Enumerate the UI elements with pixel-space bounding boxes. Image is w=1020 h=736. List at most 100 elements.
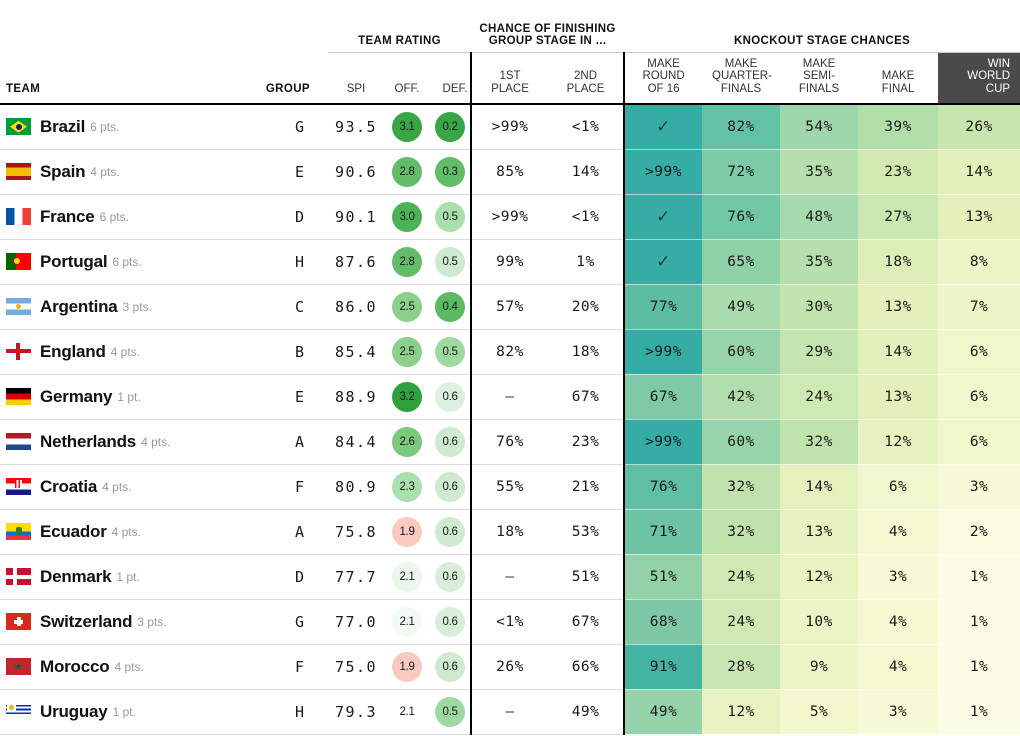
team-points: 6 pts. <box>90 119 120 134</box>
team-name: France <box>40 206 95 226</box>
offense-bubble: 3.0 <box>392 201 422 232</box>
round-of-16-cell: >99% <box>623 329 703 375</box>
round-of-16-cell: 51% <box>623 554 703 600</box>
col-qf-line3: FINALS <box>720 82 762 95</box>
second-place-cell: <1% <box>548 194 625 240</box>
column-header-team[interactable]: TEAM <box>0 52 228 105</box>
offense-bubble: 2.1 <box>392 606 422 637</box>
table-row[interactable]: Spain 4 pts. E 90.6 2.8 0.3 85% 14% >99% 72% 35% 23… <box>0 149 1020 195</box>
offense-bubble: 1.9 <box>392 651 422 682</box>
col-sf-line2: SEMI- <box>803 70 836 82</box>
table-row[interactable]: Switzerland 3 pts. G 77.0 2.1 0.6 <1% 67% 68% 24%… <box>0 599 1020 645</box>
offense-bubble: 2.5 <box>392 336 422 367</box>
team-name: Brazil <box>40 116 86 136</box>
team-cell[interactable]: Ecuador 4 pts. <box>0 509 228 555</box>
team-cell[interactable]: Uruguay 1 pt. <box>0 689 228 735</box>
table-row[interactable]: Denmark 1 pt. D 77.7 2.1 0.6—51% 51% 24% 12% 3% 1% <box>0 554 1020 600</box>
flag-icon-ec <box>6 523 31 540</box>
semifinals-cell: 54% <box>780 104 859 150</box>
group-cell: D <box>228 554 328 600</box>
team-cell[interactable]: Switzerland 3 pts. <box>0 599 228 645</box>
table-row[interactable]: Croatia 4 pts. F 80.9 2.3 0.6 55% 21% 76% 32% 14% 6… <box>0 464 1020 510</box>
table-row[interactable]: Uruguay 1 pt. H 79.3 2.1 0.5—49% 49% 12% 5% 3% 1% <box>0 689 1020 735</box>
col-r16-line2: ROUND <box>642 70 685 82</box>
spi-cell: 86.0 <box>328 284 384 330</box>
group-header-team-rating: TEAM RATING <box>328 0 472 53</box>
table-row[interactable]: Ecuador 4 pts. A 75.8 1.9 0.6 18% 53% 71% 32% 13% 4… <box>0 509 1020 555</box>
team-cell[interactable]: Brazil 6 pts. <box>0 104 228 150</box>
spi-cell: 80.9 <box>328 464 384 510</box>
team-cell[interactable]: Spain 4 pts. <box>0 149 228 195</box>
col-win-line3: CUP <box>985 82 1011 95</box>
column-header-spi[interactable]: SPI <box>328 52 384 105</box>
column-header-second-place[interactable]: 2ND PLACE <box>548 52 625 105</box>
make-final-cell: 13% <box>858 374 939 420</box>
first-place-cell: >99% <box>470 104 549 150</box>
defense-cell: 0.3 <box>430 149 472 195</box>
column-header-semifinals[interactable]: MAKE SEMI- FINALS <box>780 52 859 105</box>
group-cell: E <box>228 149 328 195</box>
win-world-cup-cell: 26% <box>938 104 1020 150</box>
defense-cell: 0.2 <box>430 104 472 150</box>
team-points: 4 pts. <box>114 659 144 674</box>
flag-icon-pt <box>6 253 31 270</box>
table-row[interactable]: Morocco 4 pts. F 75.0 1.9 0.6 26% 66% 91% 28% 9% 4%… <box>0 644 1020 690</box>
second-place-cell: 51% <box>548 554 625 600</box>
quarterfinals-cell: 42% <box>702 374 781 420</box>
column-header-first-place[interactable]: 1ST PLACE <box>470 52 549 105</box>
flag-icon-nl <box>6 433 31 450</box>
second-place-cell: 49% <box>548 689 625 735</box>
table-row[interactable]: England 4 pts. B 85.4 2.5 0.5 82% 18% >99% 60% 29%… <box>0 329 1020 375</box>
column-header-round-of-16[interactable]: MAKE ROUND OF 16 <box>623 52 703 105</box>
defense-bubble: 0.4 <box>435 291 466 322</box>
team-cell[interactable]: France 6 pts. <box>0 194 228 240</box>
semifinals-cell: 35% <box>780 149 859 195</box>
team-cell[interactable]: Portugal 6 pts. <box>0 239 228 285</box>
group-cell: H <box>228 239 328 285</box>
table-row[interactable]: Argentina 3 pts. C 86.0 2.5 0.4 57% 20% 77% 49% 30… <box>0 284 1020 330</box>
forecast-table-container: TEAM RATING CHANCE OF FINISHING GROUP ST… <box>0 0 1020 736</box>
defense-cell: 0.5 <box>430 239 472 285</box>
column-header-win-world-cup[interactable]: WIN WORLD CUP <box>938 52 1020 105</box>
semifinals-cell: 9% <box>780 644 859 690</box>
team-cell[interactable]: Argentina 3 pts. <box>0 284 228 330</box>
team-cell[interactable]: Denmark 1 pt. <box>0 554 228 600</box>
table-row[interactable]: Portugal 6 pts. H 87.6 2.8 0.5 99% 1% ✓ 65% 35% 18%… <box>0 239 1020 285</box>
quarterfinals-cell: 28% <box>702 644 781 690</box>
quarterfinals-cell: 60% <box>702 419 781 465</box>
semifinals-cell: 48% <box>780 194 859 240</box>
make-final-cell: 3% <box>858 689 939 735</box>
second-place-cell: 53% <box>548 509 625 555</box>
flag-icon-es <box>6 163 31 180</box>
column-header-group[interactable]: GROUP <box>228 52 328 105</box>
col-p1-line1: 1ST <box>499 70 521 82</box>
column-header-make-final[interactable]: MAKE FINAL <box>858 52 939 105</box>
flag-icon-uy <box>6 703 31 720</box>
qualified-check-icon: ✓ <box>656 116 671 137</box>
column-header-off[interactable]: OFF. <box>384 52 430 105</box>
win-world-cup-cell: 14% <box>938 149 1020 195</box>
column-header-quarterfinals[interactable]: MAKE QUARTER- FINALS <box>702 52 781 105</box>
round-of-16-cell: >99% <box>623 149 703 195</box>
team-cell[interactable]: England 4 pts. <box>0 329 228 375</box>
table-row[interactable]: France 6 pts. D 90.1 3.0 0.5 >99% <1% ✓ 76% 48% 27%… <box>0 194 1020 240</box>
make-final-cell: 23% <box>858 149 939 195</box>
column-header-def[interactable]: DEF. <box>430 52 472 105</box>
table-row[interactable]: Netherlands 4 pts. A 84.4 2.6 0.6 76% 23% >99% 60… <box>0 419 1020 465</box>
flag-icon-hr <box>6 478 31 495</box>
table-row[interactable]: Germany 1 pt. E 88.9 3.2 0.6—67% 67% 42% 24% 13% 6… <box>0 374 1020 420</box>
win-world-cup-cell: 13% <box>938 194 1020 240</box>
defense-cell: 0.6 <box>430 464 472 510</box>
team-cell[interactable]: Germany 1 pt. <box>0 374 228 420</box>
spi-cell: 75.8 <box>328 509 384 555</box>
group-header-knockout: KNOCKOUT STAGE CHANCES <box>624 0 1020 53</box>
table-row[interactable]: Brazil 6 pts. G 93.5 3.1 0.2 >99% <1% ✓ 82% 54% 39%… <box>0 104 1020 150</box>
group-cell: B <box>228 329 328 375</box>
team-cell[interactable]: Netherlands 4 pts. <box>0 419 228 465</box>
spi-cell: 77.7 <box>328 554 384 600</box>
offense-cell: 1.9 <box>384 644 430 690</box>
team-cell[interactable]: Croatia 4 pts. <box>0 464 228 510</box>
team-cell[interactable]: Morocco 4 pts. <box>0 644 228 690</box>
win-world-cup-cell: 1% <box>938 554 1020 600</box>
team-name: Germany <box>40 386 113 406</box>
